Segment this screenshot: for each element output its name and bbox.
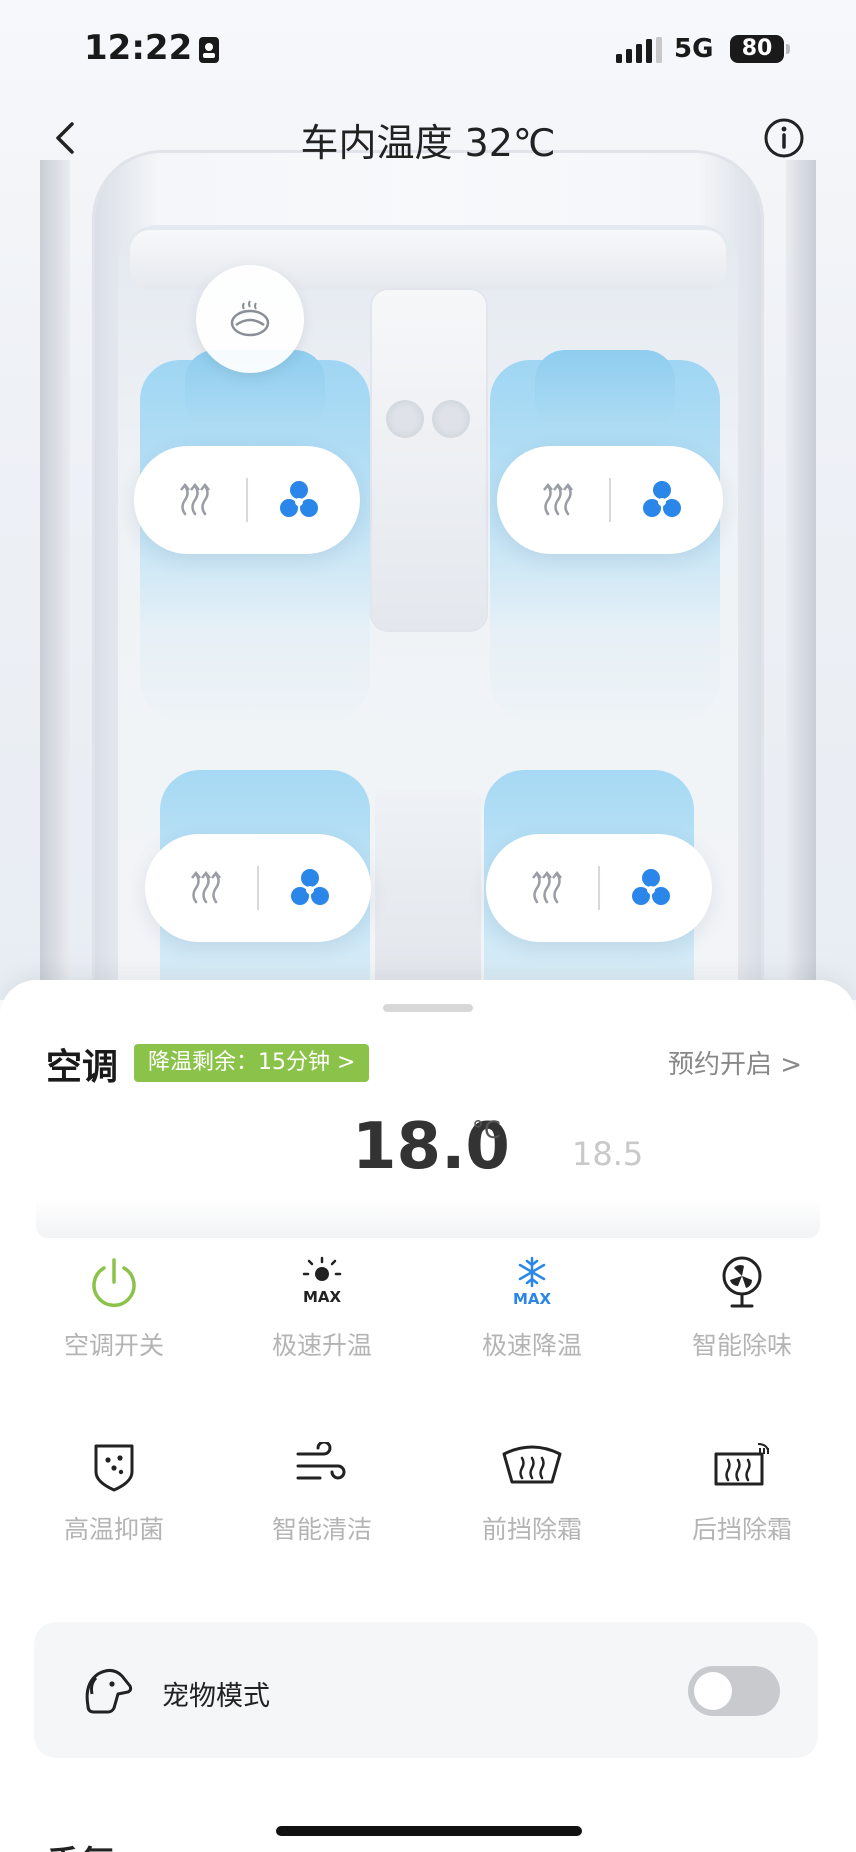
svg-text:MAX: MAX bbox=[303, 1288, 342, 1306]
sun-max-icon: MAX bbox=[290, 1250, 354, 1314]
heat-icon[interactable] bbox=[522, 863, 572, 913]
heat-icon[interactable] bbox=[170, 475, 220, 525]
function-smart-clean[interactable]: 智能清洁 bbox=[232, 1434, 412, 1546]
fan-icon[interactable] bbox=[285, 863, 335, 913]
rear-defrost-icon bbox=[710, 1434, 774, 1498]
sheet-grabber[interactable] bbox=[383, 1004, 473, 1012]
battery-indicator: 80 bbox=[730, 35, 784, 63]
climate-control-sheet: 空调 降温剩余：15分钟 > 预约开启 > 18.0 °C 18.5 空调开关 … bbox=[0, 980, 856, 1852]
heat-icon[interactable] bbox=[533, 475, 583, 525]
page-title: 车内温度 32℃ bbox=[300, 121, 556, 165]
function-rapid-cool[interactable]: MAX 极速降温 bbox=[442, 1250, 622, 1362]
pet-mode-card: 宠物模式 bbox=[34, 1622, 818, 1758]
status-time: 12:22 bbox=[84, 28, 193, 68]
function-label: 极速升温 bbox=[271, 1331, 372, 1360]
home-indicator[interactable] bbox=[276, 1826, 582, 1836]
status-bar: 12:22 5G 80 bbox=[0, 0, 856, 100]
fan-icon[interactable] bbox=[274, 475, 324, 525]
function-label: 智能除味 bbox=[691, 1331, 792, 1360]
function-label: 极速降温 bbox=[481, 1331, 582, 1360]
cup-holder bbox=[386, 400, 424, 438]
function-high-temp-sterilize[interactable]: 高温抑菌 bbox=[24, 1434, 204, 1546]
info-icon[interactable] bbox=[760, 114, 808, 162]
car-side-right bbox=[786, 160, 816, 1000]
contact-card-icon bbox=[199, 37, 219, 63]
ac-section-title: 空调 bbox=[46, 1047, 119, 1088]
front-defrost-icon bbox=[500, 1434, 564, 1498]
seat-control-front-left bbox=[134, 446, 360, 554]
wind-clean-icon bbox=[290, 1434, 354, 1498]
function-front-defrost[interactable]: 前挡除霜 bbox=[442, 1434, 622, 1546]
temperature-picker-shadow bbox=[36, 1198, 820, 1238]
schedule-start-link[interactable]: 预约开启 > bbox=[668, 1044, 802, 1081]
battery-tip bbox=[786, 44, 790, 54]
fan-icon[interactable] bbox=[637, 475, 687, 525]
function-rapid-heat[interactable]: MAX 极速升温 bbox=[232, 1250, 412, 1362]
function-label: 后挡除霜 bbox=[691, 1515, 792, 1544]
seat-control-rear-right bbox=[486, 834, 712, 942]
steering-wheel-heat-icon bbox=[230, 300, 270, 337]
fan-icon[interactable] bbox=[626, 863, 676, 913]
snowflake-max-icon: MAX bbox=[500, 1250, 564, 1314]
function-smart-deodorize[interactable]: 智能除味 bbox=[652, 1250, 832, 1362]
function-label: 前挡除霜 bbox=[481, 1515, 582, 1544]
function-label: 智能清洁 bbox=[271, 1515, 372, 1544]
temperature-next-option[interactable]: 18.5 bbox=[572, 1135, 643, 1173]
seat-control-rear-left bbox=[145, 834, 371, 942]
pet-mode-label: 宠物模式 bbox=[162, 1681, 270, 1712]
car-side-left bbox=[40, 160, 70, 1000]
cooldown-remaining-badge[interactable]: 降温剩余：15分钟 > bbox=[134, 1044, 370, 1082]
rear-console bbox=[375, 790, 481, 1000]
steering-wheel-heat-button[interactable] bbox=[196, 265, 304, 373]
power-icon bbox=[82, 1250, 146, 1314]
fan-deodorize-icon bbox=[710, 1250, 774, 1314]
function-label: 高温抑菌 bbox=[63, 1515, 164, 1544]
toggle-knob bbox=[694, 1672, 732, 1710]
cup-holder bbox=[432, 400, 470, 438]
shield-sterilize-icon bbox=[82, 1434, 146, 1498]
pet-mode-toggle[interactable] bbox=[688, 1666, 780, 1716]
network-type: 5G bbox=[674, 34, 714, 64]
dog-icon bbox=[85, 1669, 133, 1714]
function-ac-power[interactable]: 空调开关 bbox=[24, 1250, 204, 1362]
signal-icon bbox=[616, 37, 662, 63]
function-rear-defrost[interactable]: 后挡除霜 bbox=[652, 1434, 832, 1546]
fragrance-section-title: 香氛 bbox=[46, 1836, 114, 1852]
temperature-unit: °C bbox=[472, 1116, 501, 1144]
center-console bbox=[372, 290, 486, 630]
heat-icon[interactable] bbox=[181, 863, 231, 913]
svg-text:MAX: MAX bbox=[513, 1290, 552, 1308]
function-label: 空调开关 bbox=[63, 1331, 164, 1360]
seat-control-front-right bbox=[497, 446, 723, 554]
